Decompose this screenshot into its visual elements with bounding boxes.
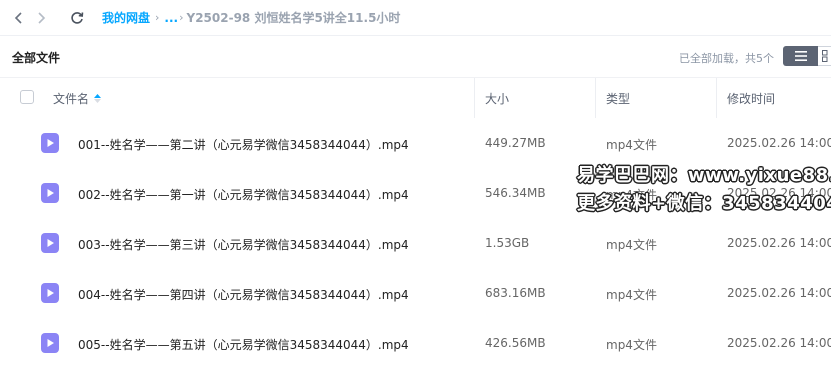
- file-name[interactable]: 004--姓名学——第四讲（心元易学微信3458344044）.mp4: [78, 286, 409, 303]
- file-modified-time: 2025.02.26 14:00: [727, 236, 831, 250]
- file-size: 449.27MB: [485, 136, 546, 150]
- top-navigation-bar: 我的网盘 › ... › Y2502-98 刘恒姓名学5讲全11.5小时: [0, 0, 831, 36]
- watermark-line-2: 更多资料+微信：3458344044: [577, 193, 831, 214]
- load-status-text: 已全部加载，共5个: [679, 52, 774, 65]
- table-row[interactable]: 004--姓名学——第四讲（心元易学微信3458344044）.mp4 683.…: [0, 268, 831, 318]
- file-name[interactable]: 005--姓名学——第五讲（心元易学微信3458344044）.mp4: [78, 336, 409, 353]
- column-divider[interactable]: [474, 78, 475, 118]
- breadcrumb-separator-icon: ›: [155, 11, 160, 24]
- breadcrumb-separator-icon: ›: [179, 11, 184, 24]
- file-modified-time: 2025.02.26 14:00: [727, 286, 831, 300]
- breadcrumb-current-folder: Y2502-98 刘恒姓名学5讲全11.5小时: [186, 11, 401, 25]
- file-name[interactable]: 002--姓名学——第一讲（心元易学微信3458344044）.mp4: [78, 186, 409, 203]
- select-all-checkbox[interactable]: [20, 90, 34, 104]
- column-header-type[interactable]: 类型: [606, 90, 630, 107]
- table-row[interactable]: 003--姓名学——第三讲（心元易学微信3458344044）.mp4 1.53…: [0, 218, 831, 268]
- file-size: 426.56MB: [485, 336, 546, 350]
- column-header-modified[interactable]: 修改时间: [727, 90, 775, 107]
- column-divider[interactable]: [716, 78, 717, 118]
- grid-view-icon: [822, 50, 828, 62]
- video-file-icon: [41, 283, 59, 303]
- file-type: mp4文件: [606, 288, 657, 302]
- grid-view-button[interactable]: [818, 46, 831, 66]
- file-type: mp4文件: [606, 138, 657, 152]
- column-header-name-label: 文件名: [53, 92, 90, 106]
- column-header-size[interactable]: 大小: [485, 90, 509, 107]
- chevron-left-icon: [14, 11, 22, 24]
- list-view-icon: [794, 51, 807, 61]
- file-size: 1.53GB: [485, 236, 530, 250]
- chevron-right-icon: [38, 11, 46, 24]
- sort-ascending-icon[interactable]: [94, 94, 102, 103]
- file-modified-time: 2025.02.26 14:00: [727, 336, 831, 350]
- file-type: mp4文件: [606, 338, 657, 352]
- file-name[interactable]: 001--姓名学——第二讲（心元易学微信3458344044）.mp4: [78, 136, 409, 153]
- file-name[interactable]: 003--姓名学——第三讲（心元易学微信3458344044）.mp4: [78, 236, 409, 253]
- file-list-toolbar: 全部文件 已全部加载，共5个: [0, 36, 831, 78]
- forward-button[interactable]: [30, 7, 52, 29]
- file-type: mp4文件: [606, 238, 657, 252]
- section-title: 全部文件: [12, 51, 61, 65]
- refresh-icon: [71, 11, 84, 24]
- column-divider[interactable]: [595, 78, 596, 118]
- table-row[interactable]: 005--姓名学——第五讲（心元易学微信3458344044）.mp4 426.…: [0, 318, 831, 368]
- watermark-line-1: 易学巴巴网：www.yixue88.cn: [577, 165, 831, 186]
- video-file-icon: [41, 183, 59, 203]
- video-file-icon: [41, 333, 59, 353]
- list-view-button[interactable]: [783, 46, 818, 66]
- breadcrumb: 我的网盘 › ... › Y2502-98 刘恒姓名学5讲全11.5小时: [102, 9, 400, 26]
- breadcrumb-ellipsis-link[interactable]: ...: [164, 11, 178, 25]
- table-header: 文件名 大小 类型 修改时间: [0, 78, 831, 118]
- file-size: 683.16MB: [485, 286, 546, 300]
- file-size: 546.34MB: [485, 186, 546, 200]
- refresh-button[interactable]: [66, 7, 88, 29]
- column-header-name[interactable]: 文件名: [53, 90, 102, 107]
- video-file-icon: [41, 133, 59, 153]
- video-file-icon: [41, 233, 59, 253]
- breadcrumb-root-link[interactable]: 我的网盘: [102, 9, 150, 26]
- back-button[interactable]: [8, 7, 30, 29]
- file-modified-time: 2025.02.26 14:00: [727, 136, 831, 150]
